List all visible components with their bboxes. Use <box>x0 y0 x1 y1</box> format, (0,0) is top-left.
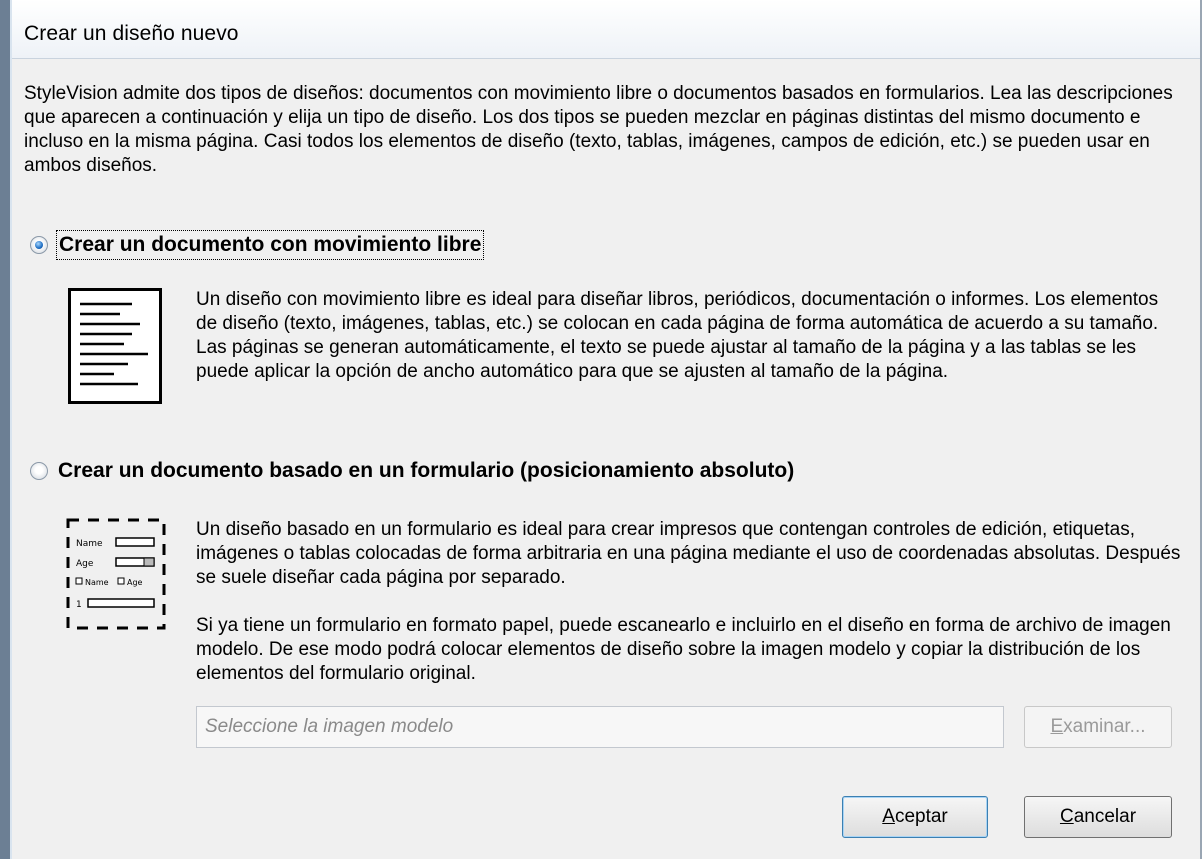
form-layout-icon: Name Age Name Age 1 <box>66 518 166 630</box>
document-lines-icon <box>68 288 162 404</box>
free-flow-label[interactable]: Crear un documento con movimiento libre <box>56 230 485 260</box>
form-based-option[interactable]: Crear un documento basado en un formular… <box>30 456 796 486</box>
free-flow-option[interactable]: Crear un documento con movimiento libre <box>30 230 485 260</box>
form-icon-check-age: Age <box>127 578 143 587</box>
form-icon-age-label: Age <box>76 559 94 569</box>
cancel-button[interactable]: Cancelar <box>1024 796 1172 838</box>
window-frame-left <box>0 0 10 859</box>
free-flow-description: Un diseño con movimiento libre es ideal … <box>196 289 1159 382</box>
dialog-title: Crear un diseño nuevo <box>24 22 239 45</box>
form-based-label[interactable]: Crear un documento basado en un formular… <box>56 457 796 485</box>
form-icon-name-label: Name <box>76 539 103 549</box>
form-based-radio[interactable] <box>30 462 48 480</box>
free-flow-radio[interactable] <box>30 236 48 254</box>
ok-button[interactable]: Aceptar <box>842 796 988 838</box>
template-image-input[interactable]: Seleccione la imagen modelo <box>196 706 1004 748</box>
window-frame-left-highlight <box>10 0 12 859</box>
form-icon-check-name: Name <box>85 578 109 587</box>
form-based-description-2: Si ya tiene un formulario en formato pap… <box>196 615 1171 684</box>
form-based-description-1: Un diseño basado en un formulario es ide… <box>196 519 1181 588</box>
browse-button[interactable]: Examinar... <box>1024 706 1172 748</box>
title-bar[interactable]: Crear un diseño nuevo <box>12 0 1200 59</box>
intro-text: StyleVision admite dos tipos de diseños:… <box>24 83 1173 176</box>
form-icon-row-number: 1 <box>76 600 82 610</box>
